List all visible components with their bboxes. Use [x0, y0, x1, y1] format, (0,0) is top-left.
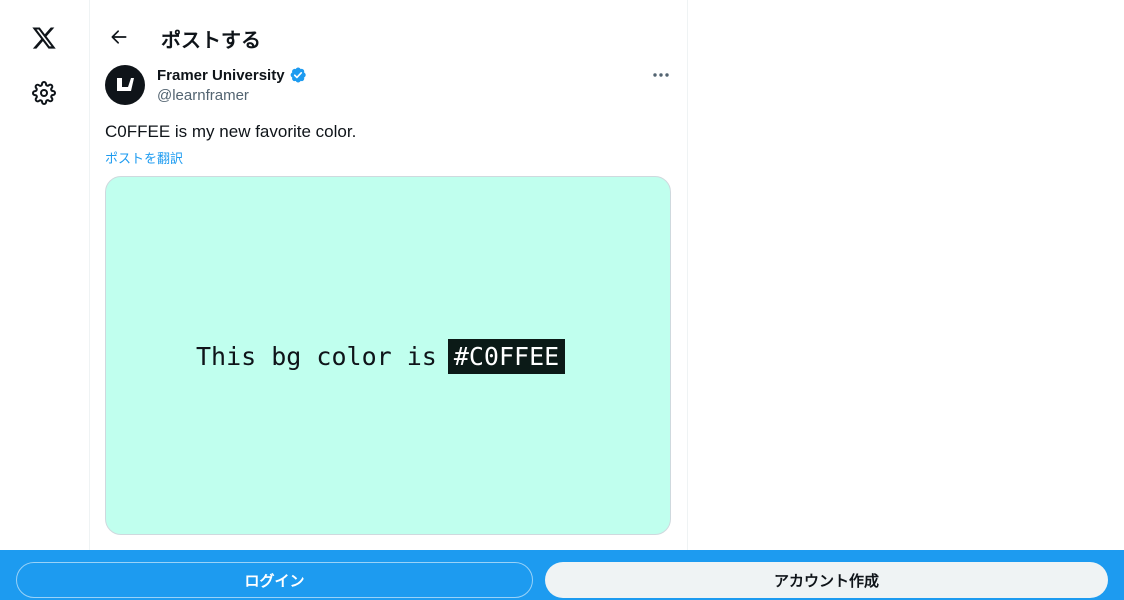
framer-university-logo	[117, 78, 134, 91]
post-media-image[interactable]: This bg color is #C0FFEE	[105, 176, 671, 535]
verified-badge-icon	[290, 67, 306, 83]
back-button[interactable]	[102, 20, 136, 54]
post-text: C0FFEE is my new favorite color.	[105, 122, 357, 141]
page-header: ポストする	[90, 0, 687, 72]
author-handle[interactable]: @learnframer	[157, 87, 307, 104]
more-button[interactable]	[648, 63, 674, 87]
translate-post-link[interactable]: ポストを翻訳	[105, 148, 183, 167]
author-name-row: Framer University	[157, 66, 307, 84]
author-name[interactable]: Framer University	[157, 67, 285, 84]
media-caption: This bg color is #C0FFEE	[196, 339, 566, 374]
main-column: ポストする Framer University @learnframer C0F…	[90, 0, 687, 550]
login-button[interactable]: ログイン	[16, 562, 533, 598]
left-nav	[0, 0, 89, 550]
media-caption-highlight: #C0FFEE	[447, 339, 566, 374]
create-account-button[interactable]: アカウント作成	[545, 562, 1108, 598]
post-author: Framer University @learnframer	[157, 66, 307, 104]
arrow-left-icon	[111, 30, 127, 44]
avatar[interactable]	[105, 65, 145, 105]
bottom-auth-bar: ログイン アカウント作成	[0, 550, 1124, 600]
more-horizontal-icon	[653, 73, 669, 77]
media-caption-text: This bg color is	[196, 342, 437, 371]
x-logo-icon[interactable]	[24, 18, 64, 58]
page-title: ポストする	[161, 30, 261, 52]
gear-icon[interactable]	[24, 73, 64, 113]
right-divider	[687, 0, 688, 550]
